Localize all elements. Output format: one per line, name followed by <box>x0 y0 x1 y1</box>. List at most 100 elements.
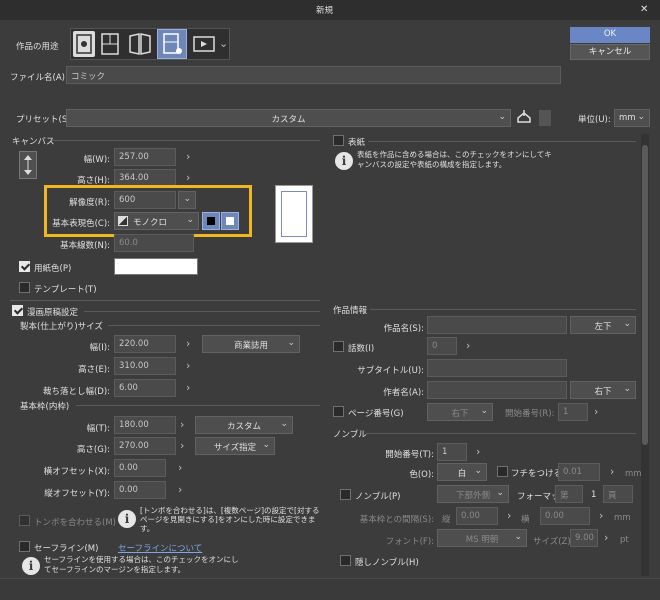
black-swatch-icon[interactable] <box>202 212 220 230</box>
author-pos-value: 右下 <box>594 387 612 397</box>
template-checkbox[interactable] <box>19 282 30 293</box>
gap-v-input[interactable]: 0.00 <box>456 507 498 525</box>
work-name-pos-select[interactable]: 左下 ⌄ <box>570 316 636 334</box>
nombre-pos-select[interactable]: 下部外側 ⌄ <box>437 485 509 503</box>
trash-icon[interactable] <box>539 110 551 126</box>
color-mode-value: モノクロ <box>133 218 168 228</box>
b-width-chevron-icon[interactable]: › <box>186 338 190 349</box>
offy-label: 縦オフセット(Y): <box>44 489 110 499</box>
chevron-down-icon: ⌄ <box>498 112 506 122</box>
window-title: 新規 <box>316 6 334 16</box>
font-value: MS 明朝 <box>465 535 499 545</box>
nombre-color-select[interactable]: 白 ⌄ <box>437 463 487 481</box>
f-preset-select[interactable]: カスタム ⌄ <box>195 416 293 434</box>
resolution-label: 解像度(R): <box>69 198 110 208</box>
paper-color-swatch[interactable] <box>114 258 198 275</box>
b-height-input[interactable]: 310.00 <box>114 357 176 375</box>
page-start-input[interactable]: 1 <box>558 403 588 421</box>
save-preset-icon[interactable] <box>514 108 534 128</box>
font-label: フォント(F): <box>385 537 434 547</box>
preset-select[interactable]: カスタム ⌄ <box>66 109 511 127</box>
b-width-input[interactable]: 220.00 <box>114 335 176 353</box>
scrollbar-thumb[interactable] <box>642 145 648 445</box>
resolution-input[interactable]: 600 <box>114 191 176 209</box>
page-number-checkbox[interactable] <box>333 406 344 417</box>
comic-usage-icon[interactable] <box>99 31 123 57</box>
nombre-start-label: 開始番号(T): <box>385 450 434 460</box>
cover-checkbox[interactable] <box>333 135 344 146</box>
chevron-down-icon: ⌄ <box>623 319 631 329</box>
offx-chevron-icon[interactable]: › <box>178 462 182 473</box>
nombre-start-chevron-icon[interactable]: › <box>476 446 480 457</box>
bleed-input[interactable]: 6.00 <box>114 379 176 397</box>
bleed-chevron-icon[interactable]: › <box>186 382 190 393</box>
info-icon: i <box>118 510 136 528</box>
gap-v-chevron-icon[interactable]: › <box>507 510 511 521</box>
format-suffix-input[interactable]: 頁 <box>603 485 633 503</box>
nombre-start-input[interactable]: 1 <box>437 443 467 461</box>
offy-input[interactable]: 0.00 <box>114 481 166 499</box>
size-input[interactable]: 9.00 <box>570 529 598 547</box>
subtitle-input[interactable] <box>427 359 567 377</box>
f-width-input[interactable]: 180.00 <box>114 416 176 434</box>
safeline-link[interactable]: セーフラインについて <box>118 542 202 554</box>
f-height-input[interactable]: 270.00 <box>114 437 176 455</box>
usage-dropdown-chevron-icon[interactable]: ⌄ <box>219 38 228 49</box>
hidden-nombre-checkbox[interactable] <box>340 555 351 566</box>
author-pos-select[interactable]: 右下 ⌄ <box>570 381 636 399</box>
font-select[interactable]: MS 明朝 ⌄ <box>437 529 527 547</box>
b-preset-select[interactable]: 商業誌用 ⌄ <box>202 335 300 353</box>
cover-label: 表紙 <box>348 138 366 148</box>
offx-input[interactable]: 0.00 <box>114 459 166 477</box>
unit-select[interactable]: mm ⌄ <box>614 109 650 127</box>
white-swatch-icon[interactable] <box>221 212 239 230</box>
offy-chevron-icon[interactable]: › <box>178 484 182 495</box>
b-height-chevron-icon[interactable]: › <box>186 360 190 371</box>
nombre-border-input[interactable]: 0.01 <box>558 463 600 481</box>
page-pos-select[interactable]: 右下 ⌄ <box>427 403 493 421</box>
width-chevron-icon[interactable]: › <box>186 151 190 162</box>
episode-checkbox[interactable] <box>333 341 344 352</box>
safeline-checkbox[interactable] <box>19 541 30 552</box>
tombo-info-text: [トンボを合わせる]は、[複数ページ]の設定で[対するページを見開きにする]をオ… <box>140 506 320 533</box>
page-start-chevron-icon[interactable]: › <box>594 406 598 417</box>
bleed-label: 裁ち落とし幅(D): <box>42 387 110 397</box>
nombre-border-chevron-icon[interactable]: › <box>610 466 614 477</box>
author-input[interactable] <box>427 381 567 399</box>
swap-orientation-icon[interactable] <box>19 151 37 179</box>
gap-h-input[interactable]: 0.00 <box>540 507 590 525</box>
episode-input[interactable]: 0 <box>427 337 457 355</box>
chevron-down-icon: ⌄ <box>280 419 288 429</box>
preset-value: カスタム <box>271 115 306 125</box>
book-usage-icon[interactable] <box>127 31 153 57</box>
work-name-input[interactable] <box>427 316 567 334</box>
size-chevron-icon[interactable]: › <box>604 532 608 543</box>
format-prefix-input[interactable]: 第 <box>555 485 583 503</box>
nombre-border-checkbox[interactable] <box>497 466 508 477</box>
resolution-dropdown[interactable]: ⌄ <box>178 191 196 209</box>
f-width-chevron-icon[interactable]: › <box>180 419 184 430</box>
manga-usage-icon-selected[interactable] <box>157 29 187 59</box>
f-size-select[interactable]: サイズ指定 ⌄ <box>195 437 275 455</box>
line-count-label: 基本線数(N): <box>60 241 110 251</box>
height-chevron-icon[interactable]: › <box>186 172 190 183</box>
work-section-title: 作品情報 <box>333 306 368 316</box>
ok-button[interactable]: OK <box>570 27 650 43</box>
illustration-usage-icon[interactable] <box>73 31 95 57</box>
chevron-down-icon: ⌄ <box>514 532 522 542</box>
width-input[interactable]: 257.00 <box>114 148 176 166</box>
size-label: サイズ(Z): <box>533 537 574 547</box>
paper-color-checkbox[interactable] <box>19 261 30 272</box>
line-count-input[interactable]: 60.0 <box>114 234 194 252</box>
cancel-button[interactable]: キャンセル <box>570 44 650 60</box>
nombre-checkbox[interactable] <box>340 489 351 500</box>
gap-h-chevron-icon[interactable]: › <box>599 510 603 521</box>
f-height-chevron-icon[interactable]: › <box>180 440 184 451</box>
filename-input[interactable]: コミック <box>66 66 561 84</box>
animation-usage-icon[interactable] <box>192 31 216 57</box>
tombo-checkbox[interactable] <box>19 515 30 526</box>
episode-chevron-icon[interactable]: › <box>466 340 470 351</box>
close-icon[interactable]: ✕ <box>640 4 648 15</box>
manga-settings-checkbox[interactable] <box>12 305 23 316</box>
offx-label: 横オフセット(X): <box>43 467 110 477</box>
